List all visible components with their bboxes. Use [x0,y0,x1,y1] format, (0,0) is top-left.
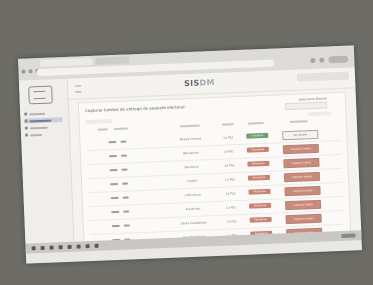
row-code [120,154,128,157]
row-id [111,224,120,228]
taskbar-icons [31,243,99,251]
row-name: Benifacio [184,164,199,170]
taskview-icon[interactable] [49,245,54,250]
main-panel: Capturar boletas de entrega de paquete e… [77,91,352,250]
sidebar-item-label [29,126,48,129]
column-header [113,127,128,131]
row-code [123,210,130,213]
column-header [289,120,308,123]
column-header [221,123,234,126]
logo-icon [28,85,53,105]
brand-logo: SISDM [183,77,215,89]
sidebar-item-active[interactable] [24,117,63,124]
row-id [108,140,117,144]
row-action-button[interactable]: Capturar boleta [284,185,321,197]
table-body: Nueva Carlota La Paz Completo Ver detalle Ba… [86,126,345,250]
back-icon[interactable] [21,69,26,74]
sidebar-item-label [29,119,52,122]
row-name: Bacubirito [183,150,199,156]
district-select[interactable] [285,101,328,111]
row-location: La Paz [226,205,237,210]
sidebar-item-label [30,133,43,136]
app-window: SISDM Capturar boletas de entrega de paq… [18,67,362,254]
app-icon[interactable] [94,243,99,248]
row-location: La Paz [224,149,234,154]
row-action-button[interactable]: Capturar boleta [282,143,320,155]
folder-icon[interactable] [58,245,63,250]
row-name: Fundición [185,206,201,212]
row-id [110,196,119,200]
row-location: La Paz [226,219,237,224]
row-code [122,196,129,199]
status-badge: Pendiente [248,188,271,195]
row-id [111,210,120,214]
row-code [122,182,129,185]
status-filter-select[interactable] [307,111,332,117]
page-title: Capturar boletas de entrega de paquete e… [85,104,185,114]
row-action-button[interactable]: Capturar boleta [283,157,320,169]
column-header [179,124,200,128]
extension-icon[interactable] [310,57,316,64]
status-badge: Pendiente [246,146,269,153]
start-icon[interactable] [31,246,36,251]
column-header [247,122,264,125]
row-code [123,224,130,227]
search-input[interactable] [85,119,112,125]
browser-tab-active[interactable] [40,57,93,67]
row-code [120,140,127,143]
home-icon [24,112,28,116]
profile-icon[interactable] [319,57,325,63]
user-menu[interactable] [296,71,350,82]
row-action-button[interactable]: Capturar boleta [284,199,322,211]
sidebar-item[interactable] [25,131,63,138]
status-badge: Pendiente [247,160,270,167]
box-icon [24,119,28,123]
search-icon[interactable] [40,245,45,251]
sidebar-item-label [29,112,46,115]
row-action-button[interactable]: Capturar boleta [285,213,322,225]
mail-icon[interactable] [76,244,81,249]
row-location: La Paz [225,177,235,182]
row-location: La Paz [225,191,236,196]
menu-button[interactable] [328,55,349,64]
sidebar [18,78,75,254]
list-icon [24,126,28,130]
column-header [97,128,108,131]
row-id [110,182,119,186]
status-badge: Pendiente [247,174,271,181]
forward-icon[interactable] [28,69,33,74]
row-location: La Paz [224,163,235,168]
clock [341,233,356,238]
row-id [108,154,118,158]
row-action-button[interactable]: Capturar boleta [283,171,321,183]
gear-icon [25,133,29,137]
browser-tab[interactable] [95,56,130,65]
sidebar-item[interactable] [24,124,63,131]
row-code [121,168,128,171]
row-id [109,168,118,172]
row-name: Cardel [187,178,197,184]
row-name: Chihuahua [184,192,201,198]
status-badge: Pendiente [249,216,272,223]
browser-icon[interactable] [67,244,72,249]
menu-toggle-icon[interactable] [75,85,82,93]
row-action-button[interactable]: Ver detalle [282,129,319,141]
status-badge: Completo [246,132,269,139]
row-location: La Paz [223,135,234,140]
app-icon[interactable] [85,244,90,249]
projected-screen: SISDM Capturar boletas de entrega de paq… [18,45,362,264]
status-badge: Pendiente [249,202,272,209]
browser-actions [310,55,349,65]
row-name: Nueva Carlota [179,136,202,142]
row-name: Santa Guadalupe [180,220,207,226]
sidebar-item[interactable] [24,110,62,117]
